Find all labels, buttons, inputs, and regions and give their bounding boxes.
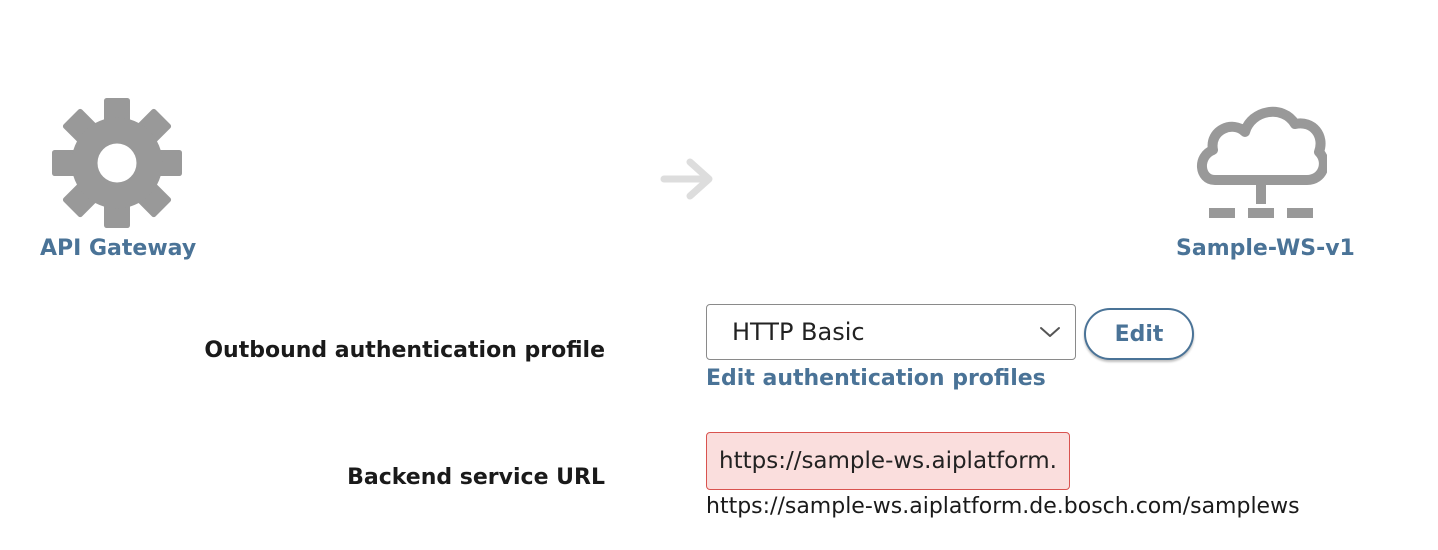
chevron-down-icon [1040,327,1060,337]
backend-url-label: Backend service URL [347,465,605,490]
backend-url-input[interactable] [706,432,1070,490]
backend-url-preview: https://sample-ws.aiplatform.de.bosch.co… [706,494,1300,519]
source-label: API Gateway [40,236,197,261]
auth-profile-select[interactable]: HTTP Basic [706,304,1076,360]
arrow-right-icon [660,158,713,200]
edit-button[interactable]: Edit [1084,308,1194,360]
auth-profile-label: Outbound authentication profile [204,338,605,363]
cloud-network-icon [1197,106,1327,218]
auth-profile-selected-value: HTTP Basic [732,318,865,346]
outbound-config-panel: API Gateway Sample-WS-v1 Outbound authen… [0,0,1438,550]
gear-icon [52,98,182,228]
edit-auth-profiles-link[interactable]: Edit authentication profiles [706,366,1046,391]
target-label: Sample-WS-v1 [1176,236,1355,261]
